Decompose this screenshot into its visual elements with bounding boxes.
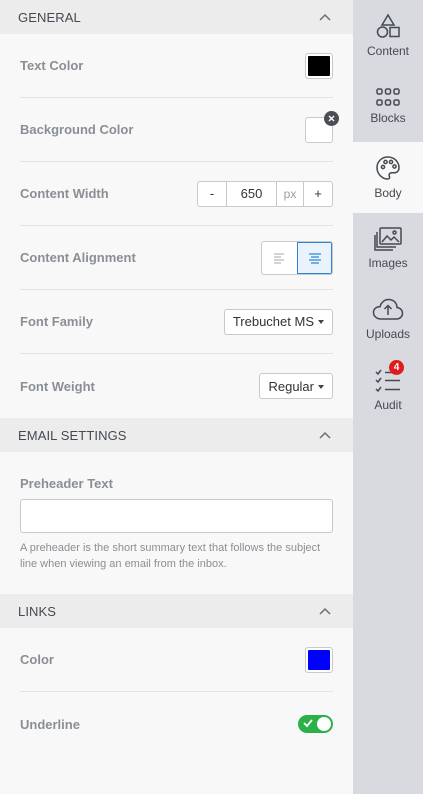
sidebar-item-audit[interactable]: 4 Audit	[353, 355, 423, 426]
caret-down-icon	[318, 384, 324, 389]
shapes-icon	[376, 13, 400, 38]
images-icon	[374, 227, 402, 251]
preheader-label: Preheader Text	[20, 476, 113, 491]
decrease-button[interactable]: -	[198, 182, 226, 206]
sidebar-item-body[interactable]: Body	[353, 142, 423, 213]
grid-icon	[376, 88, 400, 106]
sidebar-item-label: Content	[366, 44, 410, 58]
preheader-block: Preheader Text A preheader is the short …	[0, 452, 353, 594]
section-header-general[interactable]: GENERAL	[0, 0, 353, 34]
cloud-upload-icon	[372, 298, 404, 320]
section-title: LINKS	[18, 603, 57, 619]
underline-label: Underline	[20, 716, 80, 732]
chevron-up-icon[interactable]	[315, 7, 335, 27]
link-color-row: Color	[20, 628, 333, 692]
content-width-input[interactable]: 650	[226, 181, 276, 206]
sidebar: Content Blocks Body Images Uploads 4 Aud…	[353, 0, 423, 794]
underline-row: Underline	[20, 692, 333, 756]
section-header-links[interactable]: LINKS	[0, 594, 353, 628]
content-width-label: Content Width	[20, 186, 109, 201]
content-alignment-label: Content Alignment	[20, 250, 136, 265]
font-family-label: Font Family	[20, 314, 93, 329]
section-header-email-settings[interactable]: EMAIL SETTINGS	[0, 418, 353, 452]
sidebar-item-blocks[interactable]: Blocks	[353, 71, 423, 142]
sidebar-item-label: Body	[374, 186, 402, 200]
sidebar-item-label: Audit	[374, 398, 402, 412]
sidebar-item-label: Images	[368, 256, 408, 270]
close-icon[interactable]	[324, 110, 339, 126]
section-title: EMAIL SETTINGS	[18, 427, 127, 443]
unit-label: px	[276, 181, 304, 206]
font-weight-label: Font Weight	[20, 378, 95, 394]
preheader-input[interactable]	[20, 499, 333, 533]
content-alignment-row: Content Alignment	[20, 226, 333, 290]
align-left-button[interactable]	[262, 242, 297, 274]
chevron-up-icon[interactable]	[315, 601, 335, 621]
section-title: GENERAL	[18, 9, 81, 25]
content-width-row: Content Width - 650 px +	[20, 162, 333, 226]
text-color-fill	[308, 55, 330, 76]
font-family-select[interactable]: Trebuchet MS	[223, 308, 333, 335]
caret-down-icon	[318, 320, 324, 324]
check-icon	[303, 719, 313, 728]
text-color-swatch[interactable]	[305, 52, 333, 79]
align-center-icon	[308, 252, 321, 264]
increase-button[interactable]: +	[304, 182, 332, 206]
sidebar-item-images[interactable]: Images	[353, 213, 423, 284]
align-center-button[interactable]	[297, 241, 332, 274]
background-color-label: Background Color	[20, 122, 134, 137]
link-color-fill	[308, 649, 330, 670]
font-weight-row: Font Weight Regular	[20, 354, 333, 418]
link-color-swatch[interactable]	[305, 646, 333, 673]
font-weight-value: Regular	[268, 378, 314, 394]
settings-panel: GENERAL Text Color Background Color Cont…	[0, 0, 353, 794]
preheader-hint: A preheader is the short summary text th…	[20, 542, 321, 570]
align-left-icon	[273, 252, 284, 264]
font-family-value: Trebuchet MS	[232, 314, 314, 329]
font-weight-select[interactable]: Regular	[259, 373, 333, 399]
alignment-toggle-group	[261, 240, 333, 275]
background-color-swatch[interactable]	[305, 110, 339, 143]
sidebar-item-label: Uploads	[365, 327, 411, 341]
font-family-row: Font Family Trebuchet MS	[20, 290, 333, 354]
sidebar-item-uploads[interactable]: Uploads	[353, 284, 423, 355]
background-color-row: Background Color	[20, 98, 339, 162]
underline-toggle[interactable]	[298, 715, 333, 733]
chevron-up-icon[interactable]	[315, 425, 335, 445]
link-color-label: Color	[20, 652, 54, 667]
palette-icon	[376, 156, 400, 180]
content-width-stepper: - 650 px +	[197, 180, 333, 207]
text-color-label: Text Color	[20, 58, 84, 73]
sidebar-item-content[interactable]: Content	[353, 0, 423, 71]
sidebar-item-label: Blocks	[370, 111, 406, 125]
notification-badge: 4	[389, 360, 404, 375]
text-color-row: Text Color	[20, 34, 333, 98]
toggle-knob	[317, 717, 331, 731]
